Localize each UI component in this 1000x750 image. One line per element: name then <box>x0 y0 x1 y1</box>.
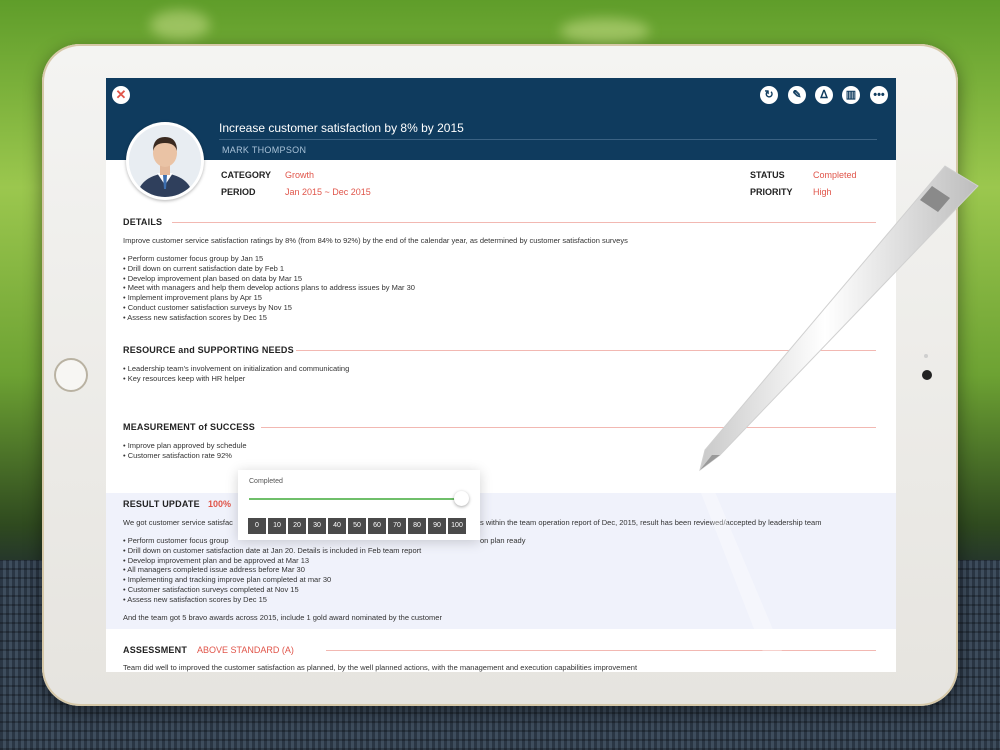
progress-label: Completed <box>249 478 283 485</box>
assessment-value: ABOVE STANDARD (A) <box>197 645 294 655</box>
list-item: Develop improvement plan and be approved… <box>123 556 421 566</box>
priority-label: PRIORITY <box>750 187 793 197</box>
result-list: Perform customer focus group Drill down … <box>123 536 421 605</box>
list-item: Perform customer focus group by Jan 15 <box>123 254 415 264</box>
progress-slider-track[interactable] <box>249 498 461 500</box>
list-item: Drill down on current satisfaction date … <box>123 264 415 274</box>
list-item: Implement improvement plans by Apr 15 <box>123 293 415 303</box>
category-label: CATEGORY <box>221 170 272 180</box>
list-item: Improve plan approved by schedule <box>123 441 247 451</box>
list-item: Implementing and tracking improve plan c… <box>123 575 421 585</box>
refresh-icon[interactable]: ↻ <box>760 86 778 104</box>
section-divider <box>326 650 876 651</box>
period-value: Jan 2015 ~ Dec 2015 <box>285 187 371 197</box>
more-icon[interactable]: ••• <box>870 86 888 104</box>
sensor <box>924 354 928 358</box>
header-divider <box>219 139 877 140</box>
category-value: Growth <box>285 170 315 180</box>
section-divider <box>296 350 876 351</box>
result-item-tail: on plan ready <box>480 536 526 545</box>
person-photo <box>129 125 201 197</box>
tick-button[interactable]: 20 <box>288 518 306 534</box>
list-item: Customer satisfaction rate 92% <box>123 451 247 461</box>
progress-slider-thumb[interactable] <box>454 491 469 506</box>
goal-header: ✕ ↻ ✎ ᐃ ▥ ••• Increase customer satisfac… <box>106 78 896 160</box>
status-label: STATUS <box>750 170 785 180</box>
section-divider <box>261 427 876 428</box>
details-list: Perform customer focus group by Jan 15 D… <box>123 254 415 323</box>
assessment-heading: ASSESSMENT <box>123 645 188 655</box>
list-item: Key resources keep with HR helper <box>123 374 349 384</box>
result-summary-right: s within the team operation report of De… <box>480 518 822 527</box>
goal-title: Increase customer satisfaction by 8% by … <box>219 121 464 135</box>
details-heading: DETAILS <box>123 217 163 227</box>
status-value: Completed <box>813 170 857 180</box>
list-item: Meet with managers and help them develop… <box>123 283 415 293</box>
tick-button[interactable]: 90 <box>428 518 446 534</box>
list-item: Develop improvement plan based on data b… <box>123 274 415 284</box>
progress-tick-buttons: 0 10 20 30 40 50 60 70 80 90 100 <box>248 518 466 534</box>
period-label: PERIOD <box>221 187 256 197</box>
list-item: Drill down on customer satisfaction date… <box>123 546 421 556</box>
assessment-text: Team did well to improved the customer s… <box>123 663 638 672</box>
details-summary: Improve customer service satisfaction ra… <box>123 236 628 245</box>
tick-button[interactable]: 10 <box>268 518 286 534</box>
close-button[interactable]: ✕ <box>112 86 130 104</box>
list-item: Leadership team's involvement on initial… <box>123 364 350 374</box>
tick-button[interactable]: 50 <box>348 518 366 534</box>
result-footer: And the team got 5 bravo awards across 2… <box>123 613 442 622</box>
tick-button[interactable]: 30 <box>308 518 326 534</box>
list-item: Customer satisfaction surveys completed … <box>123 585 421 595</box>
result-summary-left: We got customer service satisfac <box>123 518 233 527</box>
home-button[interactable] <box>54 358 88 392</box>
front-camera <box>922 370 932 380</box>
tick-button[interactable]: 80 <box>408 518 426 534</box>
list-item: All managers completed issue address bef… <box>123 565 421 575</box>
pdf-icon[interactable]: ᐃ <box>815 86 833 104</box>
avatar <box>126 122 204 200</box>
resources-list: Leadership team's involvement on initial… <box>123 364 350 384</box>
owner-name: MARK THOMPSON <box>222 145 307 155</box>
tick-button[interactable]: 40 <box>328 518 346 534</box>
measurement-list: Improve plan approved by schedule Custom… <box>123 441 247 461</box>
list-item: Conduct customer satisfaction surveys by… <box>123 303 415 313</box>
tick-button[interactable]: 70 <box>388 518 406 534</box>
result-percent: 100% <box>208 499 232 509</box>
bokeh-light <box>150 10 210 40</box>
tick-button[interactable]: 60 <box>368 518 386 534</box>
list-item: Assess new satisfaction scores by Dec 15 <box>123 595 421 605</box>
trash-icon[interactable]: ▥ <box>842 86 860 104</box>
tick-button[interactable]: 100 <box>448 518 466 534</box>
resources-heading: RESOURCE and SUPPORTING NEEDS <box>123 345 294 355</box>
tick-button[interactable]: 0 <box>248 518 266 534</box>
result-heading: RESULT UPDATE <box>123 499 200 509</box>
section-divider <box>172 222 876 223</box>
measurement-heading: MEASUREMENT of SUCCESS <box>123 422 255 432</box>
list-item: Assess new satisfaction scores by Dec 15 <box>123 313 415 323</box>
app-screen: ✕ ↻ ✎ ᐃ ▥ ••• Increase customer satisfac… <box>106 78 896 672</box>
priority-value: High <box>813 187 832 197</box>
bokeh-light <box>560 18 650 44</box>
pencil-icon[interactable]: ✎ <box>788 86 806 104</box>
